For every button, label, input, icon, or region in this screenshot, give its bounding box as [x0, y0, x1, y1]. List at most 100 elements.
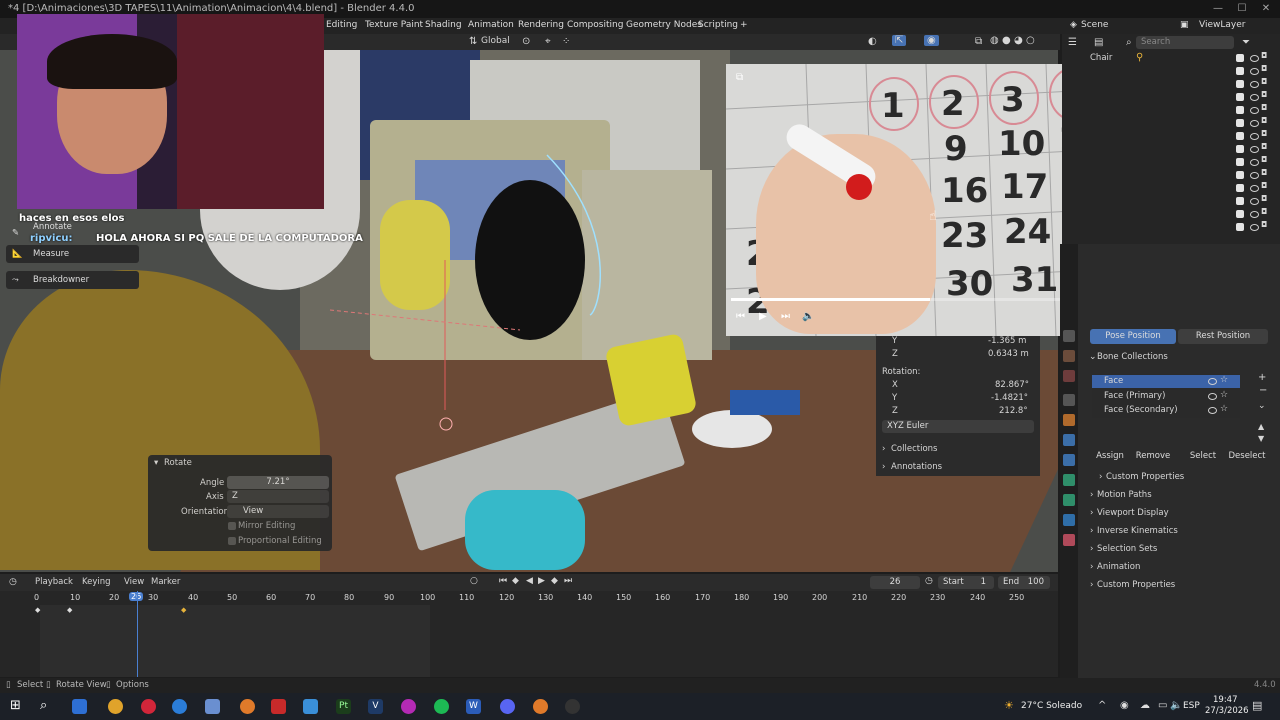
camera-icon[interactable]: ◘: [1261, 181, 1267, 190]
tab-editing[interactable]: Editing: [326, 20, 357, 30]
network-icon[interactable]: ▭: [1158, 700, 1167, 711]
minimize-button[interactable]: —: [1206, 0, 1230, 18]
exclude-checkbox[interactable]: [1236, 54, 1244, 62]
chrome-icon[interactable]: [108, 699, 123, 714]
angle-field[interactable]: 7.21°: [227, 476, 329, 489]
shading-solid-icon[interactable]: ●: [1002, 35, 1011, 46]
previous-icon[interactable]: ⏮: [736, 311, 745, 322]
app-icon[interactable]: [271, 699, 286, 714]
display-mode-icon[interactable]: ▤: [1094, 37, 1103, 48]
axis-select[interactable]: Z: [227, 490, 329, 503]
star-icon[interactable]: ☆: [1220, 404, 1228, 414]
preview-range-icon[interactable]: ◷: [925, 576, 933, 586]
tool-measure[interactable]: 📐 Measure: [6, 245, 139, 263]
pose-position-button[interactable]: Pose Position: [1090, 329, 1176, 344]
eye-icon[interactable]: [1208, 393, 1217, 400]
camera-icon[interactable]: ◘: [1261, 103, 1267, 112]
tab-object-icon[interactable]: [1063, 414, 1075, 426]
remove-button[interactable]: Remove: [1132, 449, 1174, 464]
camera-icon[interactable]: ◘: [1261, 155, 1267, 164]
move-down-icon[interactable]: ▼: [1258, 434, 1264, 443]
windows-start-icon[interactable]: ⊞: [10, 698, 21, 713]
exclude-checkbox[interactable]: [1236, 106, 1244, 114]
motion-paths-panel[interactable]: Motion Paths: [1097, 490, 1152, 500]
word-icon[interactable]: W: [466, 699, 481, 714]
tab-shading[interactable]: Shading: [425, 20, 462, 30]
rotation-z-field[interactable]: 212.8°: [999, 406, 1028, 416]
notifications-icon[interactable]: ▤: [1252, 699, 1262, 712]
orientation-select[interactable]: View: [227, 505, 329, 518]
selection-sets-panel[interactable]: Selection Sets: [1097, 544, 1157, 554]
app-icon[interactable]: [205, 699, 220, 714]
tab-render-icon[interactable]: [1063, 350, 1075, 362]
tab-scripting[interactable]: Scripting: [698, 20, 738, 30]
volume-icon[interactable]: 🔈: [1170, 700, 1182, 711]
photos-icon[interactable]: [303, 699, 318, 714]
add-workspace-button[interactable]: +: [740, 20, 748, 30]
tray-app-icon[interactable]: ◉: [1120, 700, 1129, 711]
camera-icon[interactable]: ◘: [1261, 142, 1267, 151]
clock-date[interactable]: 27/3/2026: [1205, 706, 1249, 716]
end-frame-field[interactable]: End 100: [998, 576, 1050, 589]
location-y-field[interactable]: -1.365 m: [988, 336, 1026, 346]
eye-icon[interactable]: [1250, 68, 1259, 75]
shading-wire-icon[interactable]: ◍: [990, 35, 999, 46]
clock-icon[interactable]: ◷: [9, 577, 17, 587]
tab-physics-icon[interactable]: [1063, 454, 1075, 466]
tab-animation[interactable]: Animation: [468, 20, 514, 30]
exclude-checkbox[interactable]: [1236, 145, 1244, 153]
camera-icon[interactable]: ◘: [1261, 90, 1267, 99]
popout-icon[interactable]: ⧉: [736, 72, 743, 83]
next-keyframe-icon[interactable]: ◆: [551, 576, 558, 586]
scene-name[interactable]: Scene: [1081, 20, 1108, 30]
rotation-x-field[interactable]: 82.867°: [995, 380, 1029, 390]
play-reverse-icon[interactable]: ◀: [526, 576, 533, 586]
remove-icon[interactable]: −: [1259, 385, 1267, 396]
exclude-checkbox[interactable]: [1236, 223, 1244, 231]
blender-icon[interactable]: [533, 699, 548, 714]
inverse-kinematics-panel[interactable]: Inverse Kinematics: [1097, 526, 1178, 536]
marker-menu[interactable]: Marker: [151, 577, 180, 587]
view-menu[interactable]: View: [124, 577, 144, 587]
discord-icon[interactable]: [500, 699, 515, 714]
keying-menu[interactable]: Keying: [82, 577, 111, 587]
shading-rendered-icon[interactable]: ○: [1026, 35, 1035, 46]
start-frame-field[interactable]: Start 1: [938, 576, 994, 589]
maximize-button[interactable]: ☐: [1230, 0, 1254, 18]
mirror-editing-checkbox[interactable]: [228, 522, 236, 530]
keyframe-diamond[interactable]: ◆: [35, 606, 40, 614]
playback-menu[interactable]: Playback: [35, 577, 73, 587]
close-window-button[interactable]: ✕: [1254, 0, 1278, 18]
exclude-checkbox[interactable]: [1236, 158, 1244, 166]
collections-panel-header[interactable]: Collections: [891, 444, 937, 454]
keyframe-diamond[interactable]: ◆: [67, 606, 72, 614]
location-z-field[interactable]: 0.6343 m: [988, 349, 1029, 359]
blender-icon[interactable]: [240, 699, 255, 714]
exclude-checkbox[interactable]: [1236, 67, 1244, 75]
tab-rendering[interactable]: Rendering: [518, 20, 564, 30]
obs-icon[interactable]: [565, 699, 580, 714]
play-icon[interactable]: ▶: [759, 311, 767, 322]
list-item[interactable]: Face (Secondary): [1104, 405, 1178, 415]
edge-icon[interactable]: [172, 699, 187, 714]
add-icon[interactable]: +: [1258, 372, 1266, 383]
shading-material-icon[interactable]: ◕: [1014, 35, 1023, 46]
bone-collections-header[interactable]: Bone Collections: [1097, 352, 1168, 362]
jump-end-icon[interactable]: ⏭: [564, 576, 572, 586]
eye-icon[interactable]: [1208, 407, 1217, 414]
proportional-editing-checkbox[interactable]: [228, 537, 236, 545]
gizmo-toggle-icon[interactable]: ⇱: [892, 35, 907, 46]
tab-bone-icon[interactable]: [1063, 494, 1075, 506]
eye-icon[interactable]: [1250, 211, 1259, 218]
tool-annotate[interactable]: ✎ Annotate: [6, 222, 139, 242]
transform-orientation-select[interactable]: Global: [481, 36, 510, 46]
camera-icon[interactable]: ◘: [1261, 207, 1267, 216]
camera-icon[interactable]: ◘: [1261, 129, 1267, 138]
tab-output-icon[interactable]: [1063, 370, 1075, 382]
proportional-icon[interactable]: ⁘: [562, 36, 570, 47]
camera-icon[interactable]: ◘: [1261, 220, 1267, 229]
list-item[interactable]: Face: [1104, 376, 1123, 386]
search-icon[interactable]: ⌕: [40, 698, 47, 713]
vscode-icon[interactable]: V: [368, 699, 383, 714]
tab-texture-paint[interactable]: Texture Paint: [365, 20, 423, 30]
